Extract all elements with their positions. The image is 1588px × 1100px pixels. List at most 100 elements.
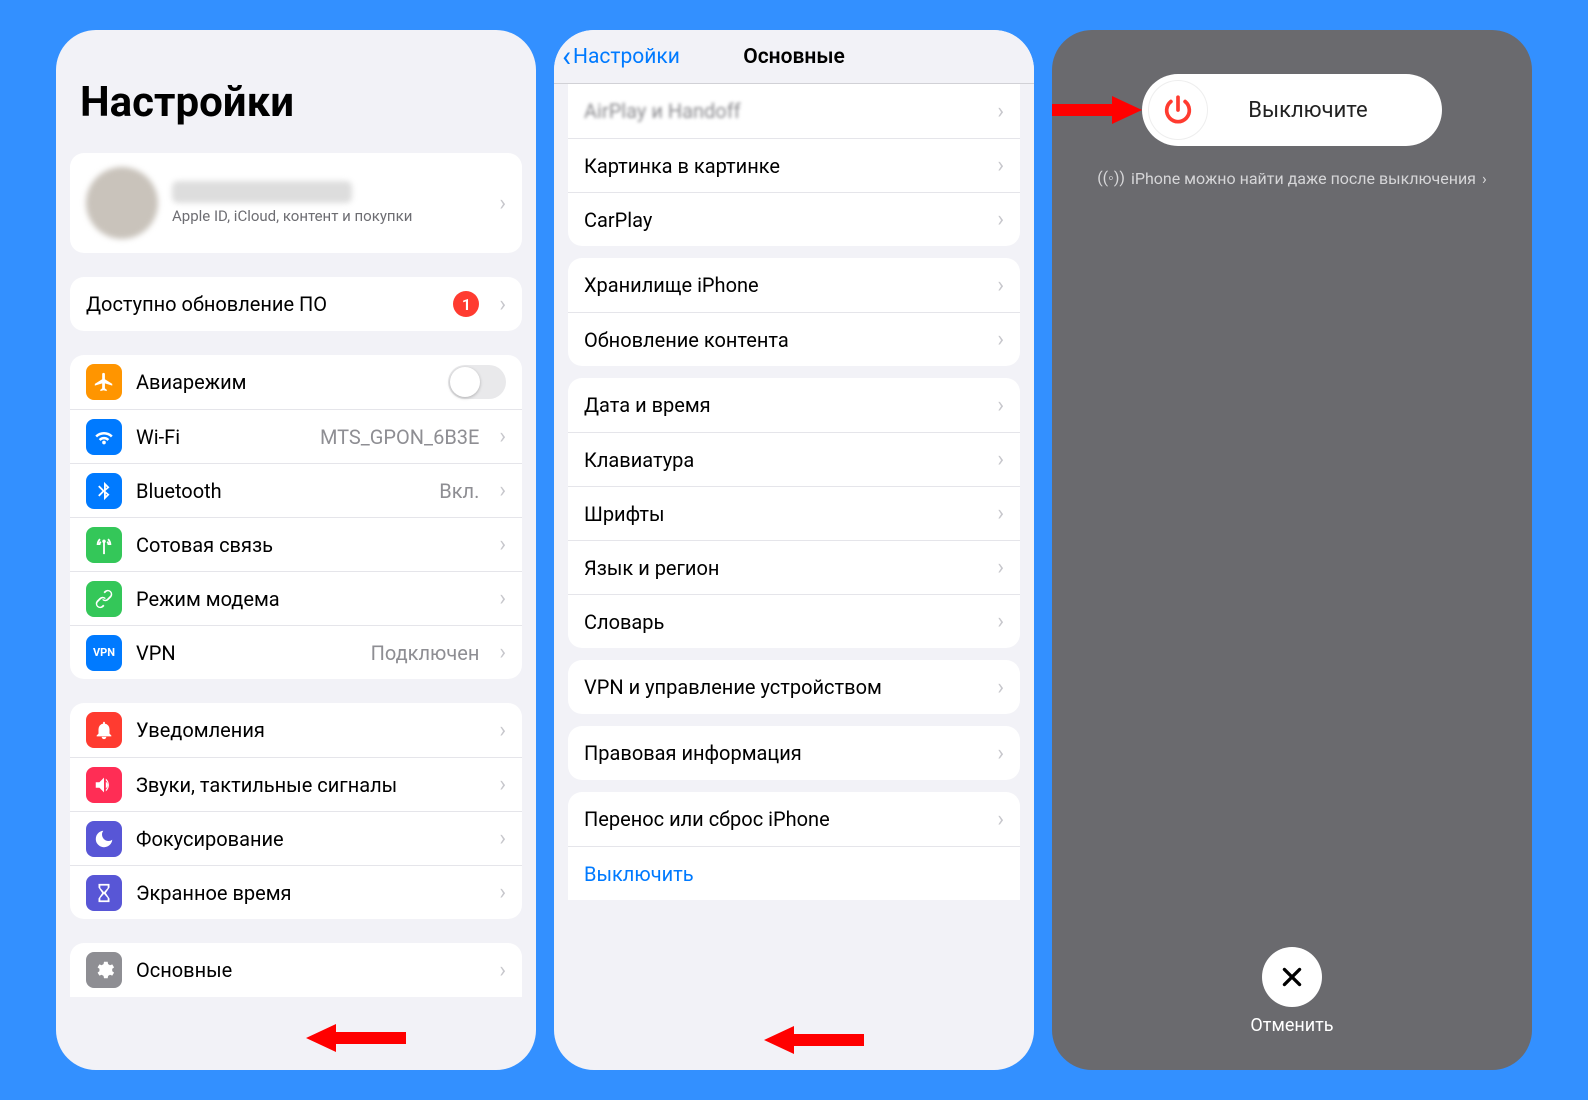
- storage-group: Хранилище iPhone› Обновление контента›: [568, 258, 1020, 366]
- keyboard-row[interactable]: Клавиатура›: [568, 432, 1020, 486]
- chevron-right-icon: ›: [997, 555, 1004, 580]
- chevron-right-icon: ›: [997, 207, 1004, 232]
- carplay-row[interactable]: CarPlay›: [568, 192, 1020, 246]
- chevron-right-icon: ›: [997, 327, 1004, 352]
- wifi-row[interactable]: Wi-Fi MTS_GPON_6B3E ›: [70, 409, 522, 463]
- row-value: Подключен: [371, 641, 480, 665]
- chevron-right-icon: ›: [997, 501, 1004, 526]
- cancel-button[interactable]: [1262, 947, 1322, 1007]
- hourglass-icon: [86, 875, 122, 911]
- chevron-right-icon: ›: [997, 609, 1004, 634]
- cancel-area: Отменить: [1250, 947, 1333, 1070]
- row-label: Основные: [136, 958, 232, 982]
- datetime-row[interactable]: Дата и время›: [568, 378, 1020, 432]
- legal-group: Правовая информация›: [568, 726, 1020, 780]
- legal-row[interactable]: Правовая информация›: [568, 726, 1020, 780]
- row-label: Сотовая связь: [136, 533, 273, 557]
- antenna-icon: [86, 527, 122, 563]
- shutdown-row[interactable]: Выключить: [568, 846, 1020, 900]
- chevron-right-icon: ›: [997, 99, 1004, 124]
- locale-group: Дата и время› Клавиатура› Шрифты› Язык и…: [568, 378, 1020, 648]
- nav-title: Основные: [743, 45, 845, 69]
- chevron-right-icon: ›: [499, 532, 506, 557]
- dictionary-row[interactable]: Словарь›: [568, 594, 1020, 648]
- settings-general-screen: ‹ Настройки Основные AirPlay и Handoff› …: [554, 30, 1034, 1070]
- update-badge: 1: [453, 291, 479, 317]
- storage-row[interactable]: Хранилище iPhone›: [568, 258, 1020, 312]
- chevron-right-icon: ›: [1482, 169, 1487, 188]
- row-label: Wi-Fi: [136, 425, 180, 449]
- annotation-arrow-icon: [1052, 90, 1142, 130]
- chevron-right-icon: ›: [499, 424, 506, 449]
- reset-row[interactable]: Перенос или сброс iPhone›: [568, 792, 1020, 846]
- row-label: Авиарежим: [136, 370, 246, 394]
- location-icon: ((◦)): [1097, 168, 1125, 188]
- apple-id-row[interactable]: Apple ID, iCloud, контент и покупки ›: [70, 153, 522, 253]
- gear-icon: [86, 952, 122, 988]
- hotspot-row[interactable]: Режим модема ›: [70, 571, 522, 625]
- link-icon: [86, 581, 122, 617]
- vpn-mgmt-group: VPN и управление устройством›: [568, 660, 1020, 714]
- row-label: Экранное время: [136, 881, 292, 905]
- chevron-right-icon: ›: [499, 478, 506, 503]
- software-update-row[interactable]: Доступно обновление ПО 1 ›: [70, 277, 522, 331]
- slide-to-power-off[interactable]: Выключите: [1142, 74, 1442, 146]
- airplane-row[interactable]: Авиарежим: [70, 355, 522, 409]
- chevron-right-icon: ›: [997, 273, 1004, 298]
- bluetooth-row[interactable]: Bluetooth Вкл. ›: [70, 463, 522, 517]
- apple-id-subtitle: Apple ID, iCloud, контент и покупки: [172, 207, 479, 225]
- row-label: Доступно обновление ПО: [86, 292, 327, 316]
- back-button[interactable]: ‹ Настройки: [562, 45, 680, 69]
- slide-label: Выключите: [1208, 98, 1436, 123]
- nav-bar: ‹ Настройки Основные: [554, 30, 1034, 84]
- cellular-row[interactable]: Сотовая связь ›: [70, 517, 522, 571]
- vpn-management-row[interactable]: VPN и управление устройством›: [568, 660, 1020, 714]
- chevron-right-icon: ›: [997, 447, 1004, 472]
- back-label: Настройки: [573, 45, 680, 69]
- row-label: Звуки, тактильные сигналы: [136, 773, 397, 797]
- chevron-right-icon: ›: [499, 586, 506, 611]
- apple-id-name-blurred: [172, 181, 352, 203]
- apple-id-group: Apple ID, iCloud, контент и покупки ›: [70, 153, 522, 253]
- power-icon[interactable]: [1148, 80, 1208, 140]
- chevron-right-icon: ›: [997, 807, 1004, 832]
- fonts-row[interactable]: Шрифты›: [568, 486, 1020, 540]
- row-label: Уведомления: [136, 718, 265, 742]
- cancel-label: Отменить: [1250, 1015, 1333, 1036]
- settings-root-screen: Настройки Apple ID, iCloud, контент и по…: [56, 30, 536, 1070]
- notifications-row[interactable]: Уведомления ›: [70, 703, 522, 757]
- chevron-right-icon: ›: [997, 675, 1004, 700]
- general-row[interactable]: Основные ›: [70, 943, 522, 997]
- page-title: Настройки: [56, 30, 536, 141]
- row-label: VPN: [136, 641, 176, 665]
- chevron-right-icon: ›: [997, 741, 1004, 766]
- chevron-right-icon: ›: [499, 880, 506, 905]
- row-label: Фокусирование: [136, 827, 284, 851]
- wifi-icon: [86, 419, 122, 455]
- sounds-row[interactable]: Звуки, тактильные сигналы ›: [70, 757, 522, 811]
- screentime-row[interactable]: Экранное время ›: [70, 865, 522, 919]
- bluetooth-icon: [86, 473, 122, 509]
- row-value: MTS_GPON_6B3E: [320, 425, 479, 449]
- connectivity-group: Авиарежим Wi-Fi MTS_GPON_6B3E › Bluetoot…: [70, 355, 522, 679]
- avatar: [86, 167, 158, 239]
- row-label: Режим модема: [136, 587, 280, 611]
- annotation-arrow-icon: [306, 1018, 406, 1058]
- update-group: Доступно обновление ПО 1 ›: [70, 277, 522, 331]
- chevron-right-icon: ›: [499, 640, 506, 665]
- media-group: AirPlay и Handoff› Картинка в картинке› …: [568, 84, 1020, 246]
- airplane-toggle[interactable]: [448, 365, 506, 399]
- chevron-right-icon: ›: [499, 718, 506, 743]
- airplay-handoff-row[interactable]: AirPlay и Handoff›: [568, 84, 1020, 138]
- chevron-right-icon: ›: [499, 958, 506, 983]
- find-my-notice[interactable]: ((◦)) iPhone можно найти даже после выкл…: [1097, 168, 1487, 188]
- language-row[interactable]: Язык и регион›: [568, 540, 1020, 594]
- vpn-row[interactable]: VPN VPN Подключен ›: [70, 625, 522, 679]
- row-value: Вкл.: [439, 479, 479, 503]
- vpn-icon: VPN: [86, 635, 122, 671]
- content-refresh-row[interactable]: Обновление контента›: [568, 312, 1020, 366]
- chevron-right-icon: ›: [499, 292, 506, 317]
- focus-row[interactable]: Фокусирование ›: [70, 811, 522, 865]
- chevron-right-icon: ›: [997, 393, 1004, 418]
- pip-row[interactable]: Картинка в картинке›: [568, 138, 1020, 192]
